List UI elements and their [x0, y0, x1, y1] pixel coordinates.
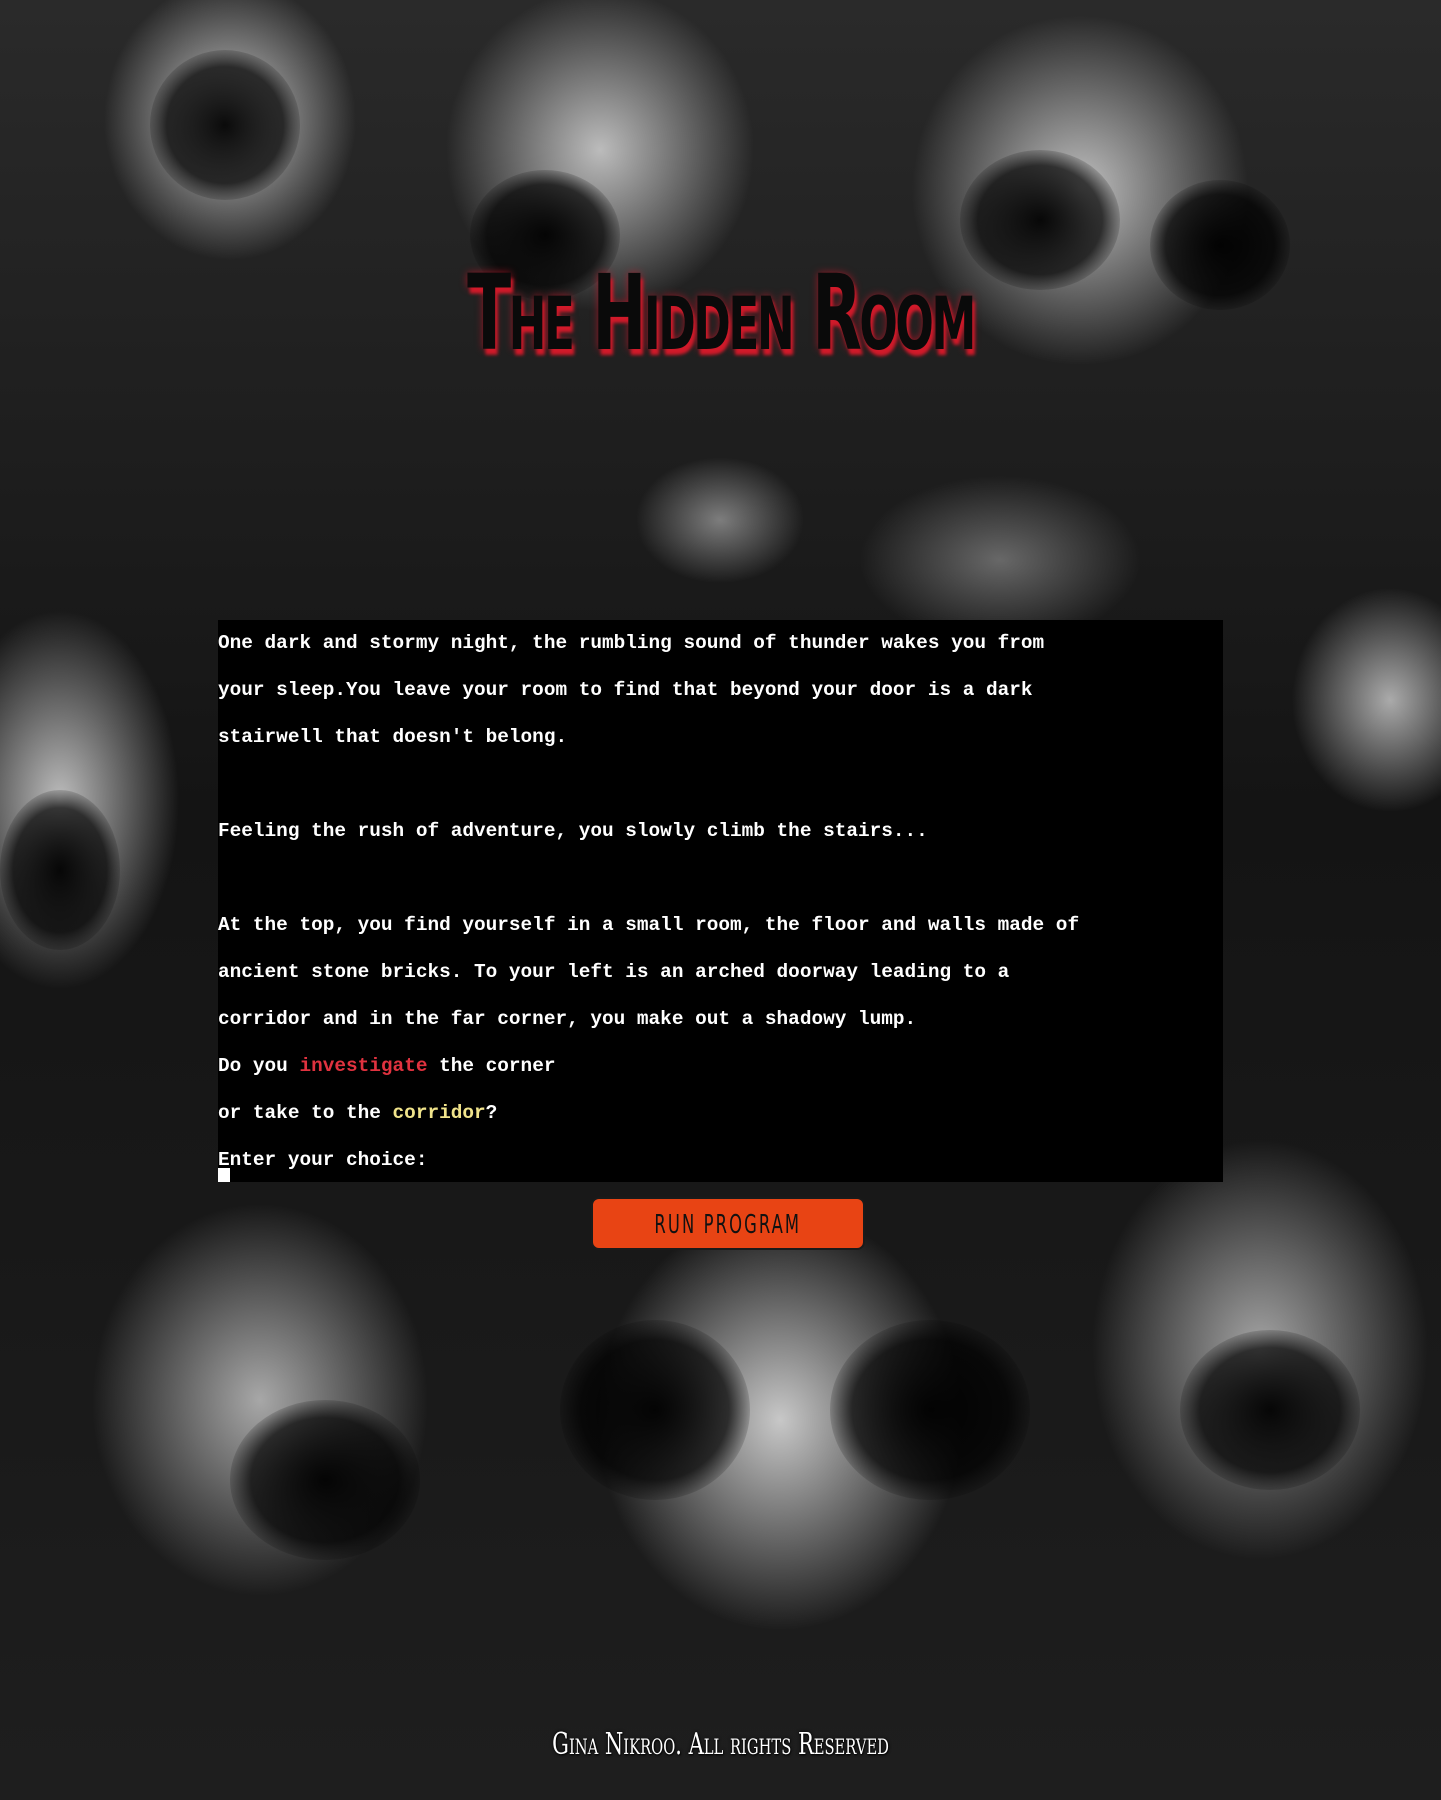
footer-copyright: Gina Nikroo. All rights Reserved — [0, 1727, 1441, 1762]
background-skull-socket — [0, 790, 120, 950]
investigate-option: investigate — [299, 1055, 428, 1077]
terminal-line: Feeling the rush of adventure, you slowl… — [218, 820, 928, 842]
run-program-button[interactable]: RUN PROGRAM — [591, 1197, 865, 1250]
run-program-label: RUN PROGRAM — [654, 1210, 802, 1240]
text-cursor — [218, 1167, 230, 1182]
terminal-line: corridor and in the far corner, you make… — [218, 1008, 917, 1030]
terminal-prompt: Enter your choice: — [218, 1149, 428, 1171]
terminal-choice-line: Do you investigate the corner — [218, 1043, 1223, 1090]
page-title: The Hidden Room — [467, 252, 976, 374]
background-skull-socket — [230, 1400, 420, 1560]
terminal-line: At the top, you find yourself in a small… — [218, 914, 1080, 936]
terminal-line: ancient stone bricks. To your left is an… — [218, 961, 1010, 983]
background-skull-socket — [1180, 1330, 1360, 1490]
background-skull-socket — [560, 1320, 750, 1500]
choice-prefix: or take to the — [218, 1102, 393, 1124]
corridor-option: corridor — [392, 1102, 486, 1124]
choice-suffix: the corner — [427, 1055, 556, 1077]
background-skull-socket — [150, 50, 300, 200]
footer-text: Gina Nikroo. All rights Reserved — [552, 1727, 889, 1762]
terminal-line: stairwell that doesn't belong. — [218, 726, 568, 748]
choice-suffix: ? — [485, 1102, 498, 1124]
background-skull-socket — [830, 1320, 1030, 1500]
choice-prefix: Do you — [218, 1055, 300, 1077]
terminal-output[interactable]: One dark and stormy night, the rumbling … — [218, 620, 1223, 1182]
background-skull-socket — [1150, 180, 1290, 310]
terminal-line: One dark and stormy night, the rumbling … — [218, 632, 1045, 654]
terminal-line: your sleep.You leave your room to find t… — [218, 679, 1033, 701]
terminal-choice-line: or take to the corridor? — [218, 1090, 1223, 1137]
